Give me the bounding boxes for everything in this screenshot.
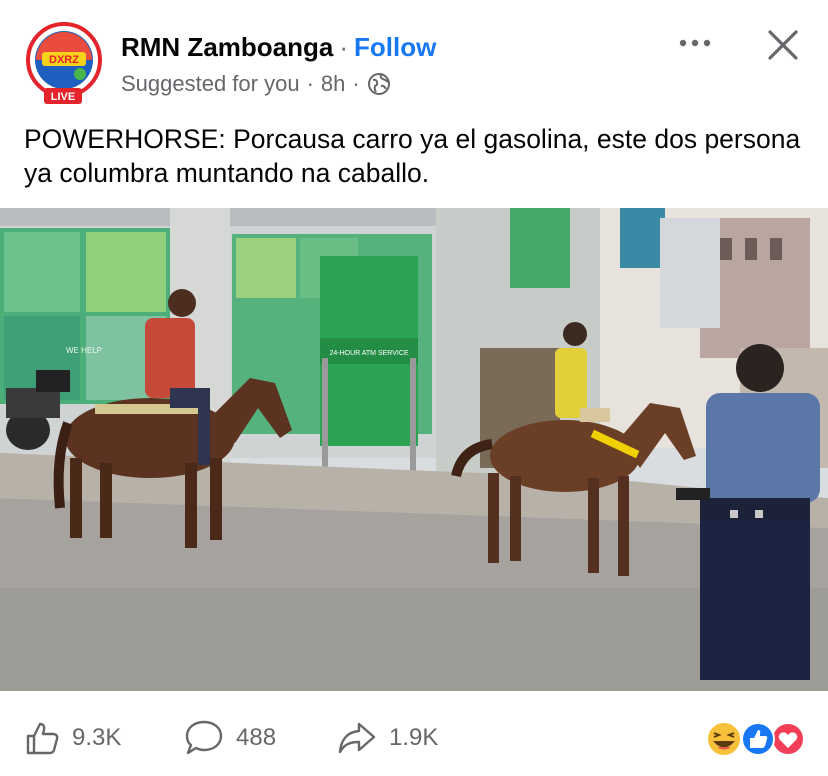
post-time[interactable]: 8h [321, 71, 345, 97]
globe-icon [367, 73, 390, 95]
close-icon[interactable] [764, 26, 802, 64]
post-meta: Suggested for you · 8h · [121, 71, 391, 97]
meta-separator: · [306, 71, 314, 96]
share-button[interactable]: 1.9K [337, 718, 438, 758]
post-title-line: RMN Zamboanga · Follow [121, 32, 436, 63]
post-photo[interactable]: WE HELP 24-HOUR ATM SERVICE [0, 208, 828, 691]
meta-separator-2: · [352, 71, 360, 96]
haha-reaction-icon [706, 721, 742, 757]
follow-button[interactable]: Follow [354, 32, 436, 62]
post-header: DXRZ LIVE RMN Zamboanga · Follow Suggested… [0, 0, 828, 110]
like-reaction-icon [741, 722, 775, 756]
title-separator: · [339, 32, 349, 62]
page-name[interactable]: RMN Zamboanga [121, 32, 333, 62]
live-badge: LIVE [51, 91, 75, 103]
reaction-summary[interactable] [704, 720, 808, 758]
logo-text: DXRZ [49, 54, 79, 66]
comment-count: 488 [236, 724, 277, 751]
share-count: 1.9K [389, 724, 439, 751]
share-icon [338, 722, 376, 754]
love-reaction-icon [771, 722, 805, 756]
post-caption: POWERHORSE: Porcausa carro ya el gasolin… [24, 124, 801, 188]
page-avatar[interactable]: DXRZ LIVE [22, 22, 106, 106]
like-count: 9.3K [72, 724, 122, 751]
atm-sign: 24-HOUR ATM SERVICE [329, 350, 408, 357]
more-icon[interactable] [676, 26, 716, 60]
like-button[interactable]: 9.3K [24, 718, 121, 758]
comment-button[interactable]: 488 [184, 718, 276, 758]
like-icon [26, 722, 59, 755]
post-actions: 9.3K 488 1.9K [0, 700, 828, 776]
comment-icon [185, 720, 223, 755]
wall-text: WE HELP [66, 346, 102, 355]
suggested-label: Suggested for you [121, 71, 300, 96]
